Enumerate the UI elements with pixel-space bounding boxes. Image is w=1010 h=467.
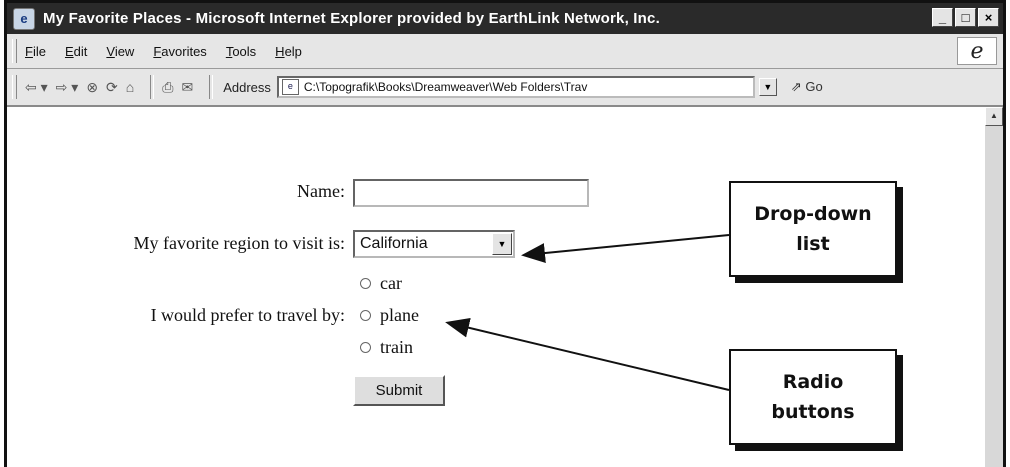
radio-callout-line1: Radio: [782, 371, 844, 393]
browser-window: e My Favorite Places - Microsoft Interne…: [4, 0, 1006, 467]
radio-callout-line2: buttons: [771, 401, 855, 423]
dropdown-callout-line1: Drop-down: [754, 203, 872, 225]
radio-callout-arrow: [445, 317, 730, 391]
dropdown-callout-arrow: [521, 234, 730, 264]
dropdown-callout-line2: list: [796, 233, 830, 255]
radio-callout: Radio buttons: [729, 349, 897, 445]
dropdown-callout: Drop-down list: [729, 181, 897, 277]
